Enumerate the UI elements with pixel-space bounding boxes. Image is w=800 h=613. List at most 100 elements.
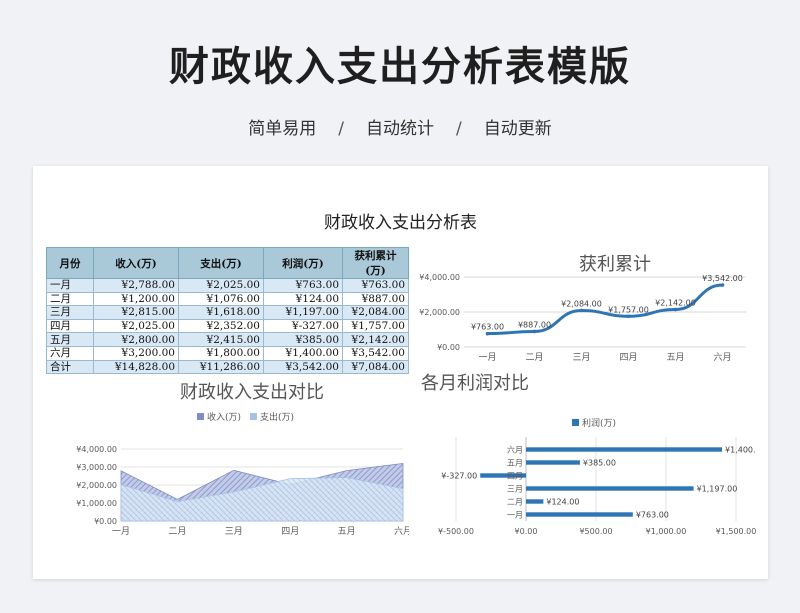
cell-cumulative: ¥7,084.00 — [342, 359, 409, 375]
data-label: ¥3,542.00 — [702, 274, 743, 283]
y-tick-label: ¥4,000.00 — [419, 273, 460, 282]
x-tick-label: 三月 — [572, 352, 590, 363]
y-tick-label: 五月 — [507, 459, 523, 468]
profit-bar — [526, 460, 580, 465]
tag-separator: / — [338, 119, 344, 139]
x-tick-label: 一月 — [112, 526, 130, 537]
y-tick-label: 二月 — [507, 498, 523, 507]
cell-income: ¥2,788.00 — [93, 278, 179, 293]
x-tick-label: 四月 — [619, 352, 637, 363]
cell-month: 一月 — [46, 278, 94, 293]
y-tick-label: 六月 — [507, 445, 523, 455]
data-point — [532, 329, 537, 334]
y-tick-label: 三月 — [507, 485, 523, 494]
profit-bar — [526, 512, 633, 517]
cell-expense: ¥2,352.00 — [178, 318, 264, 334]
cell-profit: ¥124.00 — [263, 291, 343, 307]
x-tick-label: 六月 — [713, 351, 731, 363]
cell-income: ¥2,800.00 — [93, 332, 179, 347]
cell-income: ¥3,200.00 — [93, 345, 179, 361]
tag-auto-stat: 自动统计 — [366, 119, 434, 139]
col-profit: 利润(万) — [263, 247, 343, 279]
cell-month: 四月 — [46, 318, 94, 334]
data-label: ¥1,400.00 — [725, 446, 756, 455]
cell-expense: ¥1,076.00 — [178, 291, 264, 307]
data-label: ¥763.00 — [636, 511, 669, 520]
data-point — [485, 331, 490, 336]
cell-cumulative: ¥3,542.00 — [342, 345, 409, 361]
profit-bar — [526, 486, 694, 491]
table-row: 一月 ¥2,788.00 ¥2,025.00 ¥763.00 ¥763.00 — [46, 278, 409, 293]
col-income: 收入(万) — [93, 247, 179, 279]
table-row: 五月 ¥2,800.00 ¥2,415.00 ¥385.00 ¥2,142.00 — [46, 332, 409, 347]
x-tick-label: 四月 — [281, 526, 299, 537]
data-point — [673, 307, 678, 312]
legend-swatch-income — [197, 413, 204, 420]
x-tick-label: ¥0.00 — [515, 527, 538, 536]
cell-expense: ¥1,800.00 — [178, 345, 264, 361]
data-label: ¥763.00 — [471, 323, 504, 332]
cell-profit: ¥385.00 — [263, 332, 343, 347]
legend-profit: 利润(万) — [582, 417, 616, 429]
y-tick-label: ¥1,000.00 — [76, 499, 117, 508]
table-row: 三月 ¥2,815.00 ¥1,618.00 ¥1,197.00 ¥2,084.00 — [46, 305, 409, 320]
page-title: 财政收入支出分析表模版 — [169, 44, 631, 90]
data-label: ¥385.00 — [583, 459, 616, 468]
data-point — [720, 283, 725, 287]
col-cumulative: 获利累计(万) — [342, 247, 409, 279]
y-tick-label: ¥0.00 — [94, 517, 117, 526]
col-expense: 支出(万) — [178, 247, 264, 279]
x-tick-label: ¥1,500.00 — [716, 527, 756, 536]
cell-cumulative: ¥2,084.00 — [342, 305, 409, 320]
cell-profit: ¥1,400.00 — [263, 345, 343, 361]
cell-cumulative: ¥763.00 — [342, 278, 409, 293]
cumulative-profit-chart: 获利累计 ¥0.00 ¥2,000.00 ¥4,000.00 一月 二月 三月 四月 五月 六月 ¥… — [416, 247, 756, 367]
profit-bar — [526, 499, 544, 504]
table-header-row: 月份 收入(万) 支出(万) 利润(万) 获利累计(万) — [46, 247, 409, 279]
legend-swatch-profit — [572, 419, 579, 426]
feature-tags: 简单易用 / 自动统计 / 自动更新 — [0, 114, 800, 139]
cell-cumulative: ¥887.00 — [342, 291, 409, 307]
cell-expense: ¥1,618.00 — [178, 305, 264, 320]
sheet-title: 财政收入支出分析表 — [324, 213, 477, 233]
y-tick-label: 一月 — [507, 511, 523, 520]
data-label: ¥-327.00 — [441, 472, 477, 481]
table-row: 合计 ¥14,828.00 ¥11,286.00 ¥3,542.00 ¥7,084.00 — [46, 359, 409, 375]
y-tick-label: 四月 — [507, 472, 523, 481]
income-expense-chart: 财政收入支出对比 收入(万) 支出(万) ¥0.00 ¥1,000.00 ¥2,000.0… — [51, 374, 412, 539]
cell-income: ¥1,200.00 — [93, 291, 179, 307]
cell-month: 合计 — [46, 359, 94, 375]
y-tick-label: ¥0.00 — [437, 343, 460, 352]
x-tick-label: 二月 — [525, 352, 543, 363]
data-label: ¥124.00 — [546, 498, 579, 507]
cell-profit: ¥1,197.00 — [263, 305, 343, 320]
tag-auto-update: 自动更新 — [483, 119, 552, 139]
x-tick-label: ¥500.00 — [579, 527, 612, 536]
tag-separator: / — [456, 119, 462, 139]
data-label: ¥887.00 — [518, 320, 551, 329]
x-tick-label: 六月 — [394, 525, 409, 537]
cell-profit: ¥3,542.00 — [263, 359, 343, 375]
cell-cumulative: ¥2,142.00 — [342, 332, 409, 347]
cell-expense: ¥2,025.00 — [178, 278, 264, 293]
x-tick-label: 五月 — [666, 352, 684, 363]
cell-profit: ¥763.00 — [263, 278, 343, 293]
cell-profit: ¥-327.00 — [263, 318, 343, 334]
cell-income: ¥14,828.00 — [93, 359, 179, 375]
cell-month: 二月 — [46, 291, 94, 307]
legend-expense: 支出(万) — [260, 411, 294, 423]
legend-income: 收入(万) — [207, 411, 241, 423]
finance-table: 月份 收入(万) 支出(万) 利润(万) 获利累计(万) 一月 ¥2,788.00… — [46, 247, 409, 375]
cell-income: ¥2,815.00 — [93, 305, 179, 320]
table-row: 四月 ¥2,025.00 ¥2,352.00 ¥-327.00 ¥1,757.00 — [46, 318, 409, 334]
y-tick-label: ¥2,000.00 — [419, 308, 460, 317]
cell-expense: ¥2,415.00 — [178, 332, 264, 347]
chart-title: 获利累计 — [579, 254, 651, 275]
spreadsheet-preview: 财政收入支出分析表 月份 收入(万) 支出(万) 利润(万) 获利累计(万) 一… — [33, 166, 768, 579]
x-tick-label: 一月 — [478, 352, 496, 363]
profit-bar — [526, 447, 722, 452]
y-tick-label: ¥2,000.00 — [76, 481, 117, 490]
cell-month: 三月 — [46, 305, 94, 320]
cell-cumulative: ¥1,757.00 — [342, 318, 409, 334]
x-tick-label: ¥1,000.00 — [646, 527, 687, 536]
